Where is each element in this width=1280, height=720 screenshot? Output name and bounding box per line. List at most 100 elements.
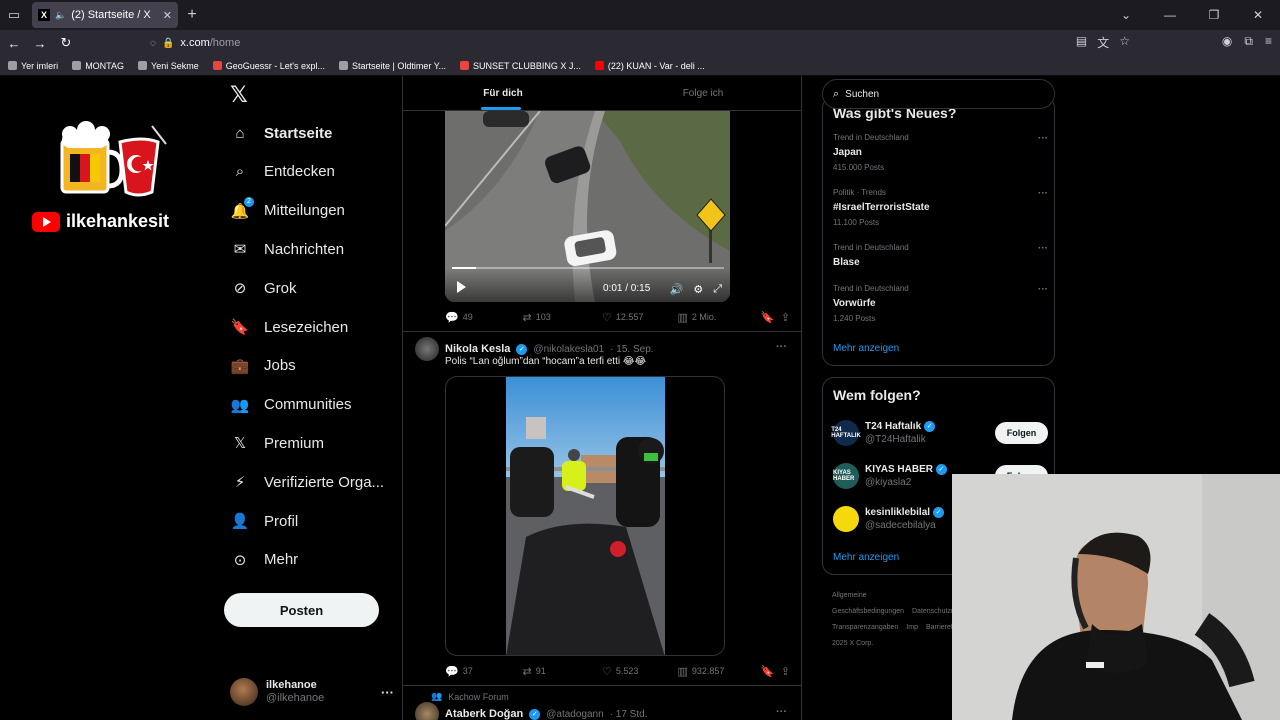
nav-item-verifizierte-orga[interactable]: ⚡ Verifizierte Orga... — [230, 464, 384, 500]
video-progress[interactable] — [452, 267, 724, 269]
grok-icon: ⊘ — [233, 280, 247, 298]
bookmark-button[interactable]: 🔖 — [761, 665, 781, 678]
follow-button[interactable]: Folgen — [995, 422, 1048, 444]
post-author-handle[interactable]: @nikolakesla01 — [533, 344, 604, 355]
bookmark-item[interactable]: MONTAG — [72, 61, 124, 71]
reply-button[interactable]: 💬 49 — [445, 311, 522, 324]
maximize-button[interactable]: ❐ — [1192, 8, 1236, 22]
repost-button[interactable]: ⇄ 91 — [522, 665, 601, 678]
nav-item-entdecken[interactable]: ⌕ Entdecken — [230, 154, 335, 190]
show-more-link[interactable]: Mehr anzeigen — [833, 343, 899, 354]
nav-item-profil[interactable]: 👤 Profil — [230, 503, 299, 539]
more-dots-icon[interactable]: ··· — [776, 706, 787, 718]
bookmark-item[interactable]: Yeni Sekme — [138, 61, 199, 71]
avatar[interactable]: KIYAS HABER — [833, 463, 859, 489]
extensions-icon[interactable]: ⧉ — [1244, 34, 1253, 49]
forward-button[interactable]: → — [28, 31, 52, 55]
browser-tab-active[interactable]: X 🔈 (2) Startseite / X ✕ — [32, 2, 178, 28]
tab-list-icon[interactable]: ▭ — [0, 1, 28, 29]
bookmark-item[interactable]: Startseite | Oldtimer Y... — [339, 61, 446, 71]
repost-button[interactable]: ⇄ 103 — [522, 311, 601, 324]
volume-icon[interactable]: 🔊 — [670, 283, 684, 296]
trend-item[interactable]: Trend in Deutschland Vorwürfe 1.240 Posts ·… — [833, 284, 1048, 323]
minimize-button[interactable]: — — [1148, 8, 1192, 22]
avatar[interactable]: T24 HAFTALIK — [831, 420, 861, 446]
tab-close-icon[interactable]: ✕ — [163, 9, 172, 22]
nav-item-premium[interactable]: 𝕏 Premium — [230, 425, 324, 461]
more-dots-icon[interactable]: ··· — [776, 341, 787, 353]
avatar[interactable] — [833, 506, 859, 532]
post-author-handle[interactable]: @atadogann — [546, 709, 603, 720]
trend-item[interactable]: Trend in Deutschland Blase ··· — [833, 243, 1048, 268]
shield-icon[interactable]: ◌ — [150, 38, 156, 49]
share-button[interactable]: ⇪ — [781, 311, 790, 324]
new-tab-button[interactable]: + — [178, 6, 206, 24]
star-icon[interactable]: ☆ — [1119, 34, 1130, 51]
more-dots-icon[interactable]: ··· — [1038, 284, 1048, 295]
share-button[interactable]: ⇪ — [781, 665, 790, 678]
nav-item-startseite[interactable]: ⌂ Startseite — [230, 115, 332, 151]
x-logo-icon[interactable]: 𝕏 — [230, 84, 252, 106]
translate-icon[interactable]: 文 — [1097, 34, 1109, 51]
follow-suggestion[interactable]: T24 HAFTALIK T24 Haftalık ✓ @T24Haftalik Fol… — [831, 418, 1048, 448]
url-bar[interactable]: ◌ 🔒 x.com/home — [150, 32, 1130, 54]
nav-item-lesezeichen[interactable]: 🔖 Lesezeichen — [230, 309, 349, 345]
views-button[interactable]: ▥ 932.857 — [677, 665, 760, 678]
more-dots-icon[interactable]: ··· — [381, 685, 394, 700]
post-context[interactable]: 👥 Kachow Forum — [431, 691, 509, 702]
reload-button[interactable]: ↻ — [54, 31, 78, 55]
show-more-link[interactable]: Mehr anzeigen — [833, 552, 899, 563]
post-date[interactable]: · 15. Sep. — [610, 344, 653, 355]
play-icon[interactable] — [457, 281, 466, 293]
follow-name[interactable]: KIYAS HABER — [865, 463, 933, 476]
follow-name[interactable]: T24 Haftalık — [865, 420, 921, 433]
bookmark-item[interactable]: GeoGuessr - Let's expl... — [212, 61, 325, 71]
post-media[interactable] — [445, 376, 725, 656]
repost-count: 91 — [535, 666, 546, 676]
account-icon[interactable]: ◉ — [1222, 34, 1232, 49]
post-button[interactable]: Posten — [224, 593, 379, 627]
video-player[interactable]: 0:01 / 0:15 🔊 ⚙ ⤢ — [445, 111, 730, 302]
avatar[interactable] — [415, 337, 439, 361]
close-window-button[interactable]: ✕ — [1236, 8, 1280, 22]
nav-item-communities[interactable]: 👥 Communities — [230, 387, 352, 423]
trend-item[interactable]: Trend in Deutschland Japan 415.000 Posts ··… — [833, 133, 1048, 172]
reader-view-icon[interactable]: ▤ — [1076, 34, 1087, 51]
nav-item-mehr[interactable]: ⊙ Mehr — [230, 542, 298, 578]
nav-item-grok[interactable]: ⊘ Grok — [230, 270, 297, 306]
account-switcher[interactable]: ilkehanoe @ilkehanoe ··· — [230, 674, 394, 710]
settings-icon[interactable]: ⚙ — [693, 283, 703, 296]
post-author-name[interactable]: Nikola Kesla — [445, 343, 510, 355]
lock-icon[interactable]: 🔒 — [162, 38, 174, 49]
like-button[interactable]: ♡ 12.557 — [602, 311, 678, 324]
post-date[interactable]: · 17 Std. — [610, 709, 648, 720]
reply-button[interactable]: 💬 37 — [445, 665, 522, 678]
bookmark-button[interactable]: 🔖 — [761, 311, 781, 324]
tab-following[interactable]: Folge ich — [603, 76, 801, 110]
trend-item[interactable]: Politik · Trends #IsraelTerroristState 11.… — [833, 188, 1048, 227]
avatar[interactable] — [415, 702, 439, 720]
menu-icon[interactable]: ≡ — [1265, 34, 1272, 49]
follow-handle: @T24Haftalik — [865, 434, 926, 445]
nav-item-jobs[interactable]: 💼 Jobs — [230, 348, 296, 384]
like-button[interactable]: ♡ 5.523 — [602, 665, 678, 678]
back-button[interactable]: ← — [2, 31, 26, 55]
bookmark-item[interactable]: Yer imleri — [8, 61, 58, 71]
more-dots-icon[interactable]: ··· — [1038, 188, 1048, 199]
search-box[interactable]: ⌕ — [822, 79, 1055, 109]
footer-link[interactable]: Imp — [906, 624, 918, 631]
nav-item-nachrichten[interactable]: ✉ Nachrichten — [230, 231, 344, 267]
bookmark-item[interactable]: SUNSET CLUBBING X J... — [460, 61, 581, 71]
more-dots-icon[interactable]: ··· — [1038, 243, 1048, 254]
views-button[interactable]: ▥ 2 Mio. — [677, 311, 760, 324]
more-dots-icon[interactable]: ··· — [1038, 133, 1048, 144]
nav-item-mitteilungen[interactable]: 🔔 2 Mitteilungen — [230, 193, 345, 229]
tabs-dropdown-icon[interactable]: ⌄ — [1104, 8, 1148, 22]
post-author-name[interactable]: Ataberk Doğan — [445, 708, 523, 720]
footer-link[interactable]: Allgemeine Geschäftsbedingungen — [832, 592, 904, 615]
bookmark-item[interactable]: (22) KUAN - Var - deli ... — [594, 61, 705, 71]
search-input[interactable] — [845, 88, 1036, 100]
tab-for-you[interactable]: Für dich — [403, 76, 603, 110]
fullscreen-icon[interactable]: ⤢ — [713, 283, 722, 296]
follow-name[interactable]: kesinliklebilal — [865, 506, 930, 519]
